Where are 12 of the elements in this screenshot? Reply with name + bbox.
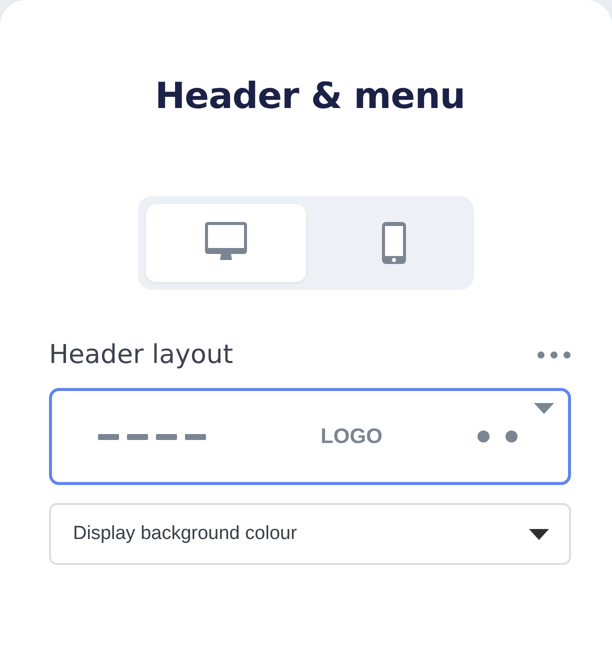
device-tab[interactable]	[146, 204, 306, 282]
more-icon[interactable]	[537, 351, 571, 359]
caret-icon	[529, 528, 549, 540]
panel-title: Header & menu	[154, 76, 466, 117]
layout-selector[interactable]: LOGO	[49, 388, 571, 485]
dots-icon	[477, 430, 518, 443]
section-label: Header layout	[49, 340, 234, 370]
logo-placeholder: LOGO	[320, 424, 382, 448]
menu-dashes-icon	[98, 434, 206, 440]
background-dropdown[interactable]: Display background colour	[49, 503, 571, 565]
caret-icon	[534, 403, 554, 414]
mobile-phone-icon	[381, 221, 407, 265]
